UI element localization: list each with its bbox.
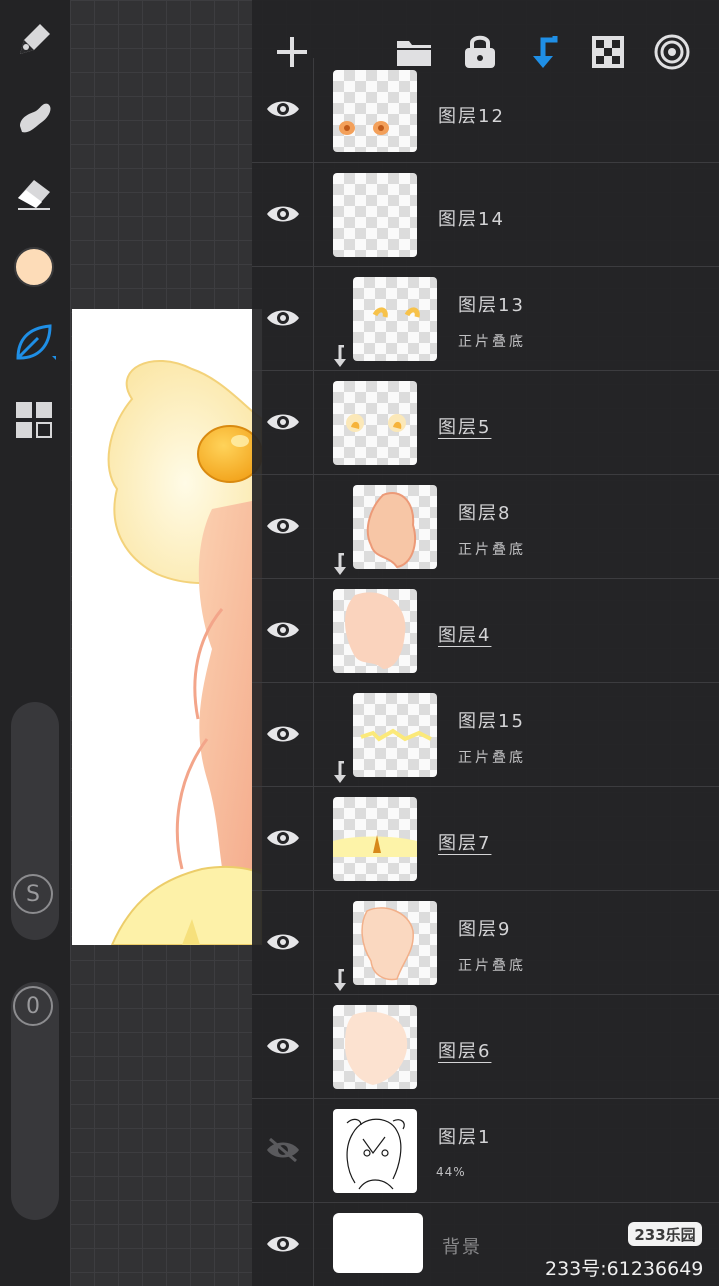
watermark-id: 233号:61236649 [545, 1258, 704, 1280]
layer-row-14[interactable]: 图层14 [252, 162, 719, 266]
visibility-column [252, 475, 314, 578]
layer-opacity-label: 44% [436, 1165, 466, 1179]
eye-icon[interactable] [263, 927, 303, 957]
leaf-brush-icon[interactable] [12, 320, 56, 364]
layer-row-5[interactable]: 图层5 [252, 370, 719, 474]
clip-indicator-icon [330, 552, 350, 577]
layer-thumbnail [333, 589, 417, 673]
layer-name: 图层4 [438, 625, 492, 646]
visibility-column [252, 371, 314, 474]
layer-thumbnail [333, 797, 417, 881]
smudge-icon[interactable] [12, 94, 56, 138]
layer-row-13[interactable]: 图层13 正片叠底 [252, 266, 719, 370]
layer-thumbnail [333, 1005, 417, 1089]
layers-panel: 图层12 图层14 图层13 正片叠底 图层5 图层8 正片叠底 图层4 图层1… [252, 0, 719, 1286]
brush-size-label: S [26, 881, 40, 907]
clip-indicator-icon [330, 344, 350, 369]
layer-row-12[interactable]: 图层12 [252, 58, 719, 162]
eye-icon[interactable] [263, 511, 303, 541]
gallery-icon[interactable] [12, 398, 56, 442]
layer-row-4[interactable]: 图层4 [252, 578, 719, 682]
layer-thumbnail [333, 1109, 417, 1193]
layer-thumbnail [333, 381, 417, 465]
visibility-column [252, 683, 314, 786]
eye-icon[interactable] [263, 407, 303, 437]
layer-name: 图层15 [458, 711, 525, 732]
layer-thumbnail [333, 70, 417, 152]
layer-name: 图层8 [458, 503, 512, 524]
eraser-icon[interactable] [12, 170, 56, 214]
layer-thumbnail [353, 485, 437, 569]
opacity-label: 0 [26, 993, 40, 1019]
layer-name: 图层13 [458, 295, 525, 316]
layer-thumbnail [353, 277, 437, 361]
blend-mode-label: 正片叠底 [458, 334, 526, 350]
blend-mode-label: 正片叠底 [458, 958, 526, 974]
visibility-column [252, 579, 314, 682]
layer-name: 图层1 [438, 1127, 492, 1148]
layer-name: 图层12 [438, 106, 505, 127]
layer-row-7[interactable]: 图层7 [252, 786, 719, 890]
blend-mode-label: 正片叠底 [458, 542, 526, 558]
layer-thumbnail [333, 173, 417, 257]
layer-name: 图层14 [438, 209, 505, 230]
visibility-column [252, 995, 314, 1098]
visibility-column [252, 1099, 314, 1202]
layer-row-8[interactable]: 图层8 正片叠底 [252, 474, 719, 578]
visibility-column [252, 163, 314, 266]
eye-icon[interactable] [263, 615, 303, 645]
blend-mode-label: 正片叠底 [458, 750, 526, 766]
layer-name: 图层5 [438, 417, 492, 438]
layer-thumbnail [353, 693, 437, 777]
eye-icon[interactable] [263, 94, 303, 124]
visibility-column [252, 1203, 314, 1286]
visibility-column [252, 267, 314, 370]
layer-thumbnail [333, 1213, 423, 1273]
visibility-column [252, 891, 314, 994]
layer-name: 背景 [442, 1237, 482, 1258]
brush-size-knob[interactable]: S [13, 874, 53, 914]
layer-row-6[interactable]: 图层6 [252, 994, 719, 1098]
eye-icon[interactable] [263, 199, 303, 229]
eye-icon[interactable] [263, 303, 303, 333]
color-swatch[interactable] [12, 245, 56, 289]
visibility-column [252, 787, 314, 890]
eye-icon[interactable] [263, 1031, 303, 1061]
layer-row-1[interactable]: 图层1 44% [252, 1098, 719, 1202]
brush-icon[interactable] [12, 18, 56, 62]
layer-row-9[interactable]: 图层9 正片叠底 [252, 890, 719, 994]
layer-thumbnail [353, 901, 437, 985]
opacity-knob[interactable]: 0 [13, 986, 53, 1026]
eye-icon[interactable] [263, 823, 303, 853]
layer-name: 图层9 [458, 919, 512, 940]
layer-name: 图层7 [438, 833, 492, 854]
clip-indicator-icon [330, 968, 350, 993]
artwork-canvas[interactable] [72, 309, 262, 945]
clip-indicator-icon [330, 760, 350, 785]
left-toolbar: S 0 [0, 0, 70, 1286]
eye-icon[interactable] [263, 719, 303, 749]
layer-row-15[interactable]: 图层15 正片叠底 [252, 682, 719, 786]
watermark-logo: 233乐园 [628, 1222, 702, 1246]
artwork-image [107, 360, 262, 945]
layer-name: 图层6 [438, 1041, 492, 1062]
visibility-column [252, 58, 314, 162]
eye-icon[interactable] [263, 1229, 303, 1259]
eye-hidden-icon[interactable] [263, 1135, 303, 1165]
